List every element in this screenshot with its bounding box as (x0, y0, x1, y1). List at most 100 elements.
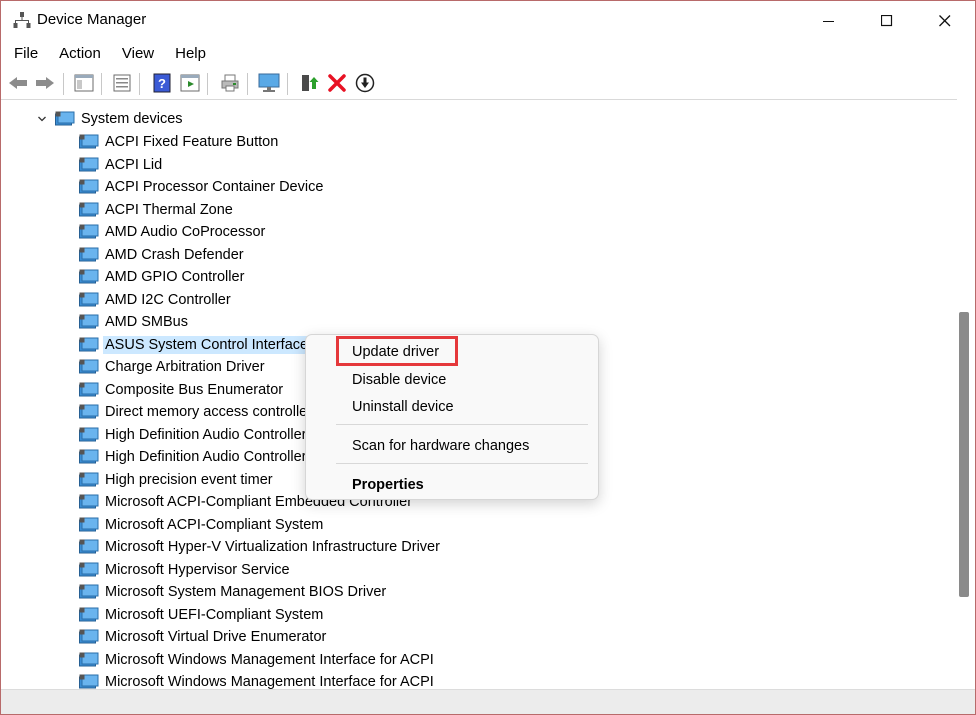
toolbar-separator (63, 73, 64, 95)
system-device-icon (79, 157, 99, 171)
system-device-icon (79, 314, 99, 329)
menu-item-scan-hardware[interactable]: Scan for hardware changes (352, 438, 529, 454)
tree-item-device[interactable]: Microsoft System Management BIOS Driver (79, 581, 386, 603)
tree-item-label: AMD Audio CoProcessor (105, 224, 266, 240)
system-device-icon (79, 629, 99, 644)
menu-help[interactable]: Help (175, 41, 206, 69)
tree-item-label: ACPI Thermal Zone (105, 201, 233, 218)
tree-item-label: AMD Crash Defender (105, 246, 244, 263)
tree-item-device[interactable]: Microsoft ACPI-Compliant System (79, 514, 323, 536)
tree-item-label: High Definition Audio Controller (105, 426, 307, 443)
tree-item-label: Direct memory access controller (105, 404, 313, 420)
system-device-icon (79, 292, 99, 306)
menu-action[interactable]: Action (59, 41, 101, 69)
tree-category-system-devices[interactable]: System devices (35, 108, 183, 130)
system-device-icon (79, 472, 99, 486)
system-device-icon (79, 359, 99, 374)
tree-item-device[interactable]: Microsoft Windows Management Interface f… (79, 671, 434, 689)
tree-item-device[interactable]: AMD Audio CoProcessor (79, 221, 265, 243)
title-bar[interactable]: Device Manager (1, 1, 975, 41)
tree-item-label: Microsoft Hypervisor Service (105, 561, 290, 578)
show-hide-console-tree-button[interactable] (73, 72, 95, 94)
tree-item-device[interactable]: AMD Crash Defender (79, 244, 244, 266)
tree-item-device[interactable]: Direct memory access controller (79, 401, 312, 423)
menu-item-uninstall-device[interactable]: Uninstall device (352, 399, 454, 415)
system-devices-folder-icon (55, 111, 75, 126)
print-button[interactable] (219, 72, 241, 94)
disable-device-button[interactable] (354, 72, 376, 94)
computer-monitor-icon (258, 73, 280, 92)
tree-item-label: Microsoft Virtual Drive Enumerator (105, 629, 327, 645)
tree-item-label: AMD GPIO Controller (105, 269, 245, 285)
tree-item-label: ACPI Fixed Feature Button (105, 134, 279, 150)
help-icon: ? (153, 73, 171, 93)
tree-item-device[interactable]: ACPI Fixed Feature Button (79, 131, 278, 153)
tree-item-label: ACPI Lid (105, 156, 163, 173)
maximize-button[interactable] (859, 1, 915, 41)
tree-item-device[interactable]: Composite Bus Enumerator (79, 379, 283, 401)
help-button[interactable]: ? (151, 72, 173, 94)
toolbar-separator (139, 73, 140, 95)
tree-item-device[interactable]: Microsoft Virtual Drive Enumerator (79, 626, 326, 648)
tree-item-device[interactable]: ASUS System Control Interface (79, 334, 311, 356)
properties-button[interactable] (111, 72, 133, 94)
action-pane-icon (180, 74, 200, 92)
tree-item-device[interactable]: Microsoft Hyper-V Virtualization Infrast… (79, 536, 440, 558)
tree-item-device[interactable]: ACPI Thermal Zone (79, 199, 233, 221)
system-device-icon (79, 404, 99, 419)
tree-item-label: High precision event timer (105, 471, 273, 488)
forward-button[interactable] (34, 72, 56, 94)
chevron-down-icon[interactable] (35, 112, 49, 126)
system-device-icon (79, 517, 99, 531)
system-device-icon (79, 562, 99, 576)
system-device-icon (79, 674, 99, 689)
tree-item-device[interactable]: ACPI Lid (79, 154, 162, 176)
action-pane-button[interactable] (179, 72, 201, 94)
tree-item-device[interactable]: Microsoft UEFI-Compliant System (79, 604, 323, 626)
tree-item-device[interactable]: Microsoft Windows Management Interface f… (79, 649, 434, 671)
system-device-icon (79, 607, 99, 621)
toolbar-separator (101, 73, 102, 95)
menu-item-properties[interactable]: Properties (352, 477, 424, 493)
uninstall-device-button[interactable] (326, 72, 348, 94)
uninstall-device-icon (328, 74, 346, 92)
tree-item-label: Microsoft UEFI-Compliant System (105, 606, 324, 623)
horizontal-scrollbar[interactable] (1, 689, 975, 714)
minimize-button[interactable] (801, 1, 857, 41)
tree-item-device[interactable]: ACPI Processor Container Device (79, 176, 323, 198)
close-button[interactable] (917, 1, 973, 41)
update-driver-button[interactable] (298, 72, 320, 94)
tree-item-device[interactable]: AMD I2C Controller (79, 289, 231, 311)
menu-item-disable-device[interactable]: Disable device (352, 372, 446, 388)
system-device-icon (79, 584, 99, 599)
tree-item-device[interactable]: High Definition Audio Controller (79, 446, 307, 468)
menu-file[interactable]: File (14, 41, 38, 69)
vertical-scrollbar-thumb[interactable] (959, 312, 969, 597)
system-device-icon (79, 449, 99, 464)
menu-item-update-driver[interactable]: Update driver (352, 344, 439, 360)
toolbar-separator (287, 73, 288, 95)
tree-item-label: AMD SMBus (105, 314, 188, 330)
tree-item-label: Charge Arbitration Driver (105, 359, 265, 375)
system-device-icon (79, 652, 99, 666)
show-hide-console-tree-icon (74, 74, 94, 92)
window-title: Device Manager (37, 11, 147, 28)
system-device-icon (79, 202, 99, 216)
system-device-icon (79, 179, 99, 194)
menu-view[interactable]: View (122, 41, 154, 69)
scan-hardware-button[interactable] (258, 72, 280, 94)
tree-item-label: AMD I2C Controller (105, 291, 231, 308)
vertical-scrollbar[interactable] (957, 99, 975, 689)
tree-item-device[interactable]: Charge Arbitration Driver (79, 356, 265, 378)
system-device-icon (79, 337, 99, 351)
back-button[interactable] (7, 72, 29, 94)
tree-item-device[interactable]: Microsoft Hypervisor Service (79, 559, 290, 581)
disable-device-icon (355, 73, 375, 93)
maximize-icon (881, 15, 893, 27)
tree-item-device[interactable]: AMD GPIO Controller (79, 266, 244, 288)
tree-item-label: Composite Bus Enumerator (105, 381, 284, 398)
tree-item-device[interactable]: High precision event timer (79, 469, 273, 491)
tree-item-device[interactable]: High Definition Audio Controller (79, 424, 307, 446)
tree-item-device[interactable]: AMD SMBus (79, 311, 188, 333)
tree-item-label: High Definition Audio Controller (105, 449, 307, 465)
